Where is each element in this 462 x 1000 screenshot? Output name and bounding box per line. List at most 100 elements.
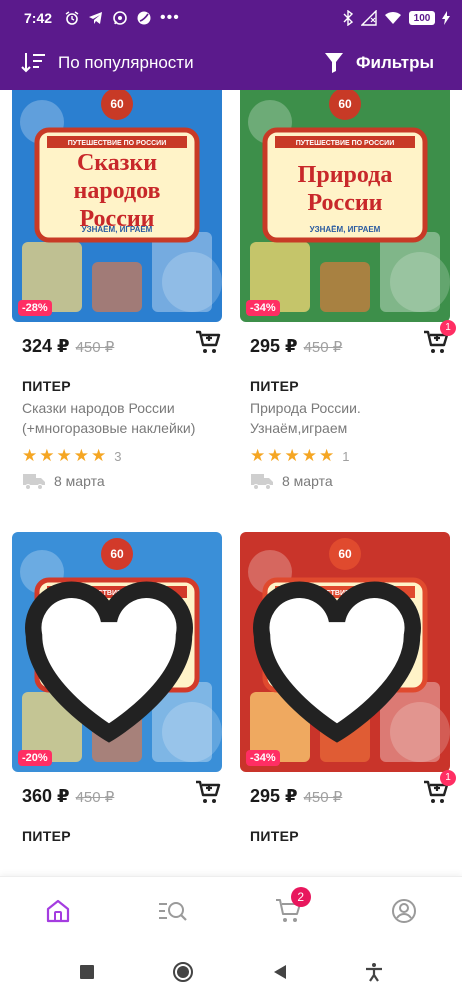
- svg-text:Природа: Природа: [298, 162, 393, 188]
- rating-count: 1: [342, 448, 350, 464]
- discount-badge: -34%: [246, 300, 280, 316]
- bluetooth-icon: [343, 10, 354, 26]
- cart-count-badge: 1: [440, 770, 456, 786]
- add-to-cart-button[interactable]: 1: [422, 320, 456, 356]
- filter-icon: [325, 53, 344, 73]
- cart-badge: 2: [290, 886, 311, 907]
- delivery-info: 8 марта: [250, 472, 333, 490]
- svg-text:60: 60: [110, 97, 124, 111]
- svg-text:ПУТЕШЕСТВИЕ ПО РОССИИ: ПУТЕШЕСТВИЕ ПО РОССИИ: [68, 140, 167, 147]
- filter-label: Фильтры: [356, 53, 434, 72]
- delivery-date: 8 марта: [54, 473, 105, 489]
- price: 295 ₽: [250, 786, 298, 806]
- svg-text:ПУТЕШЕСТВИЕ ПО РОССИИ: ПУТЕШЕСТВИЕ ПО РОССИИ: [296, 140, 395, 147]
- svg-text:Сказки: Сказки: [77, 150, 157, 176]
- book-cover-art: 60 ПУТЕШЕСТВИЕ ПО РОССИИ ПриродаРоссии У…: [240, 90, 450, 322]
- svg-text:народов: народов: [74, 178, 161, 204]
- filter-button[interactable]: Фильтры: [324, 52, 434, 74]
- old-price: 450 ₽: [75, 339, 115, 356]
- cart-icon: [196, 780, 221, 803]
- cart-count-badge: 1: [440, 320, 456, 336]
- svg-text:60: 60: [338, 97, 352, 111]
- recent-apps-icon[interactable]: [79, 964, 95, 980]
- whatsapp-icon: [113, 11, 127, 25]
- publisher: ПИТЕР: [250, 378, 299, 394]
- sort-icon: [21, 53, 45, 73]
- price-row: 295 ₽ 450 ₽ 1: [250, 320, 456, 364]
- status-time: 7:42: [24, 10, 53, 26]
- sort-button[interactable]: По популярности: [20, 51, 194, 75]
- price-row: 295 ₽ 450 ₽ 1: [250, 770, 456, 814]
- nav-profile[interactable]: [384, 891, 424, 931]
- truck-icon: [251, 474, 273, 490]
- rating: ★ ★ ★ ★ ★ 3: [22, 446, 121, 466]
- star-icon: ★: [267, 446, 283, 465]
- star-icon: ★: [284, 446, 300, 465]
- back-icon[interactable]: [272, 964, 288, 980]
- star-icon: ★: [319, 446, 335, 465]
- star-icon: ★: [56, 446, 72, 465]
- rating-count: 3: [114, 448, 122, 464]
- cart-icon: [196, 330, 221, 353]
- svg-text:УЗНАЁМ, ИГРАЕМ: УЗНАЁМ, ИГРАЕМ: [310, 225, 381, 234]
- signal-muted-icon: [361, 10, 377, 26]
- app-bar: По популярности Фильтры: [0, 36, 462, 90]
- delivery-info: 8 марта: [22, 472, 105, 490]
- price-row: 324 ₽ 450 ₽: [22, 330, 222, 364]
- svg-text:России: России: [307, 190, 382, 216]
- heart-icon[interactable]: [12, 538, 214, 772]
- publisher: ПИТЕР: [250, 828, 299, 844]
- old-price: 450 ₽: [303, 789, 343, 806]
- star-icon: ★: [301, 446, 317, 465]
- product-image[interactable]: 60 ПУТЕШЕСТВИЕ ПО РОССИИ Сказки народов Ро…: [12, 90, 222, 322]
- nav-catalog[interactable]: [153, 891, 193, 931]
- svg-text:УЗНАЁМ, ИГРАЕМ: УЗНАЁМ, ИГРАЕМ: [82, 225, 153, 234]
- nav-home[interactable]: [38, 891, 78, 931]
- add-to-cart-button[interactable]: [194, 778, 222, 806]
- old-price: 450 ₽: [75, 789, 115, 806]
- product-image[interactable]: 60 ПУТЕШЕСТВИЕ ПО РОССИИ Природа России У…: [240, 90, 450, 322]
- star-icon: ★: [250, 446, 266, 465]
- alarm-icon: [65, 11, 79, 25]
- wifi-icon: [385, 11, 401, 24]
- star-icon: ★: [91, 446, 107, 465]
- price-row: 360 ₽ 450 ₽: [22, 780, 222, 814]
- star-icon: ★: [39, 446, 55, 465]
- add-to-cart-button[interactable]: 1: [422, 770, 456, 806]
- home-icon: [46, 899, 69, 922]
- charging-icon: [442, 11, 450, 25]
- delivery-date: 8 марта: [282, 473, 333, 489]
- product-image[interactable]: 60 ПУТЕШЕСТВИЕ ПО РОССИИ Русскиепраздник…: [12, 532, 222, 772]
- publisher: ПИТЕР: [22, 378, 71, 394]
- telegram-icon: [89, 12, 103, 24]
- status-bar: 7:42 ••• 100: [0, 0, 462, 36]
- old-price: 450 ₽: [303, 339, 343, 356]
- battery-icon: 100: [409, 11, 435, 25]
- home-button-icon[interactable]: [172, 961, 194, 983]
- sort-label: По популярности: [58, 53, 194, 72]
- add-to-cart-button[interactable]: [194, 328, 222, 356]
- system-nav: [0, 944, 462, 1000]
- price: 324 ₽: [22, 336, 70, 356]
- product-title[interactable]: Сказки народов России (+многоразовые нак…: [22, 398, 217, 438]
- book-cover-art: 60 ПУТЕШЕСТВИЕ ПО РОССИИ СказкинародовРо…: [12, 90, 222, 322]
- discount-badge: -28%: [18, 300, 52, 316]
- bottom-nav: 2: [0, 876, 462, 944]
- app-icon: [137, 11, 151, 25]
- truck-icon: [23, 474, 45, 490]
- product-image[interactable]: 60 ПУТЕШЕСТВИЕ ПО РОССИИ ВеликиегородаРо…: [240, 532, 450, 772]
- product-title[interactable]: Природа России. Узнаём,играем (+многораз…: [250, 398, 445, 438]
- rating: ★ ★ ★ ★ ★ 1: [250, 446, 349, 466]
- product-grid: 60 ПУТЕШЕСТВИЕ ПО РОССИИ Сказки народов Ро…: [0, 90, 462, 876]
- more-notifications-icon: •••: [160, 9, 180, 26]
- accessibility-icon[interactable]: [365, 962, 383, 982]
- heart-icon[interactable]: [240, 538, 442, 772]
- price: 295 ₽: [250, 336, 298, 356]
- star-icon: ★: [22, 446, 38, 465]
- profile-icon: [392, 898, 417, 923]
- price: 360 ₽: [22, 786, 70, 806]
- nav-cart[interactable]: 2: [269, 886, 311, 931]
- publisher: ПИТЕР: [22, 828, 71, 844]
- catalog-search-icon: [159, 901, 188, 921]
- star-icon: ★: [73, 446, 89, 465]
